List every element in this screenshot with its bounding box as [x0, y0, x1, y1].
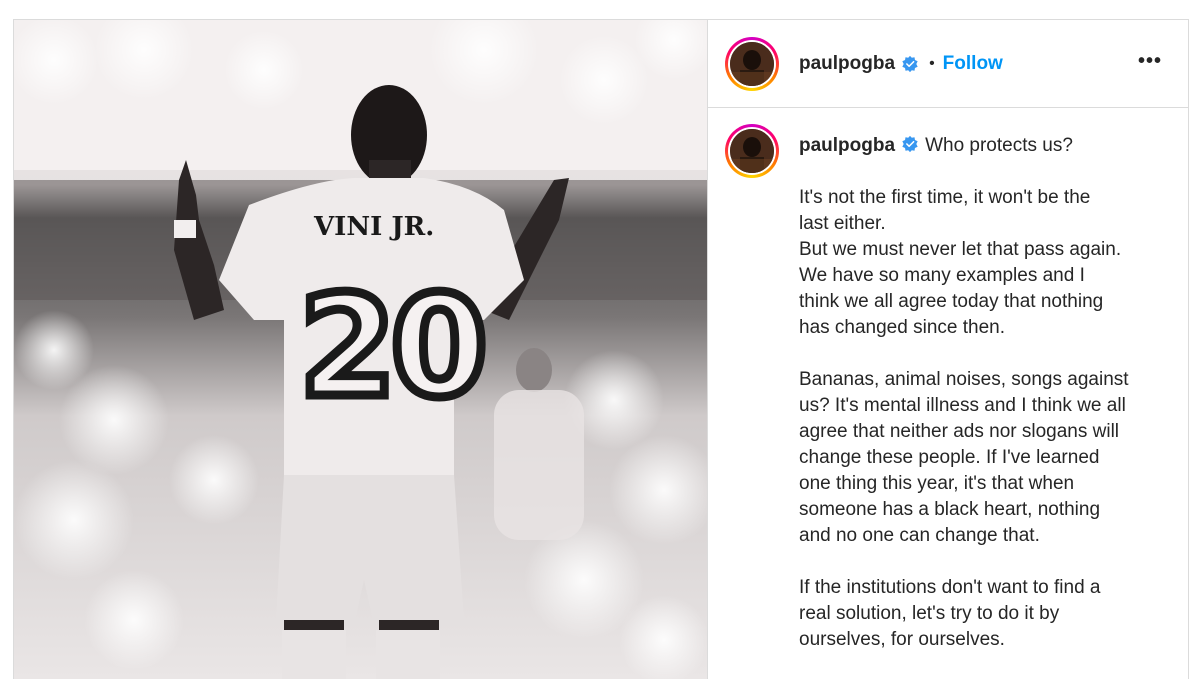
caption-line: It's not the first time, it won't be the: [799, 187, 1091, 208]
caption-line: ourselves, for ourselves.: [799, 629, 1005, 650]
jersey-name: VINI JR.: [313, 212, 434, 242]
caption-line: and no one can change that.: [799, 525, 1040, 546]
more-options-icon[interactable]: •••: [1138, 51, 1162, 71]
caption-line: agree that neither ads nor slogans will: [799, 421, 1120, 442]
post-photo: VINI JR. 20: [14, 20, 707, 679]
caption-line: one thing this year, it's that when: [799, 473, 1075, 494]
caption-line: think we all agree today that nothing: [799, 291, 1104, 312]
caption-first-line: Who protects us?: [925, 135, 1073, 156]
instagram-post: VINI JR. 20 paulpogba • Follow ••• paulp…: [13, 19, 1189, 679]
caption-line: last either.: [799, 213, 886, 234]
follow-button[interactable]: Follow: [943, 53, 1003, 75]
caption-body: paulpogba Who protects us? It's not the f…: [799, 133, 1154, 653]
post-sidebar: paulpogba • Follow ••• paulpogba Who pro…: [708, 20, 1188, 679]
caption-text: It's not the first time, it won't be the…: [799, 185, 1154, 653]
caption-line: Bananas, animal noises, songs against: [799, 369, 1129, 390]
verified-badge-icon: [902, 135, 918, 153]
caption-line: We have so many examples and I: [799, 265, 1085, 286]
separator-dot: •: [929, 54, 935, 72]
caption-section: paulpogba Who protects us? It's not the f…: [708, 108, 1188, 653]
story-ring[interactable]: [725, 36, 779, 91]
verified-badge-icon: [902, 55, 918, 72]
caption-avatar[interactable]: [730, 129, 774, 173]
caption-line: But we must never let that pass again.: [799, 239, 1122, 260]
jersey-number: 20: [299, 266, 482, 429]
post-header: paulpogba • Follow •••: [708, 20, 1188, 108]
caption-line: If the institutions don't want to find a: [799, 577, 1101, 598]
caption-story-ring[interactable]: [725, 124, 779, 178]
caption-username[interactable]: paulpogba: [799, 135, 895, 156]
caption-line: real solution, let's try to do it by: [799, 603, 1060, 624]
caption-line: someone has a black heart, nothing: [799, 499, 1101, 520]
caption-line: has changed since then.: [799, 317, 1005, 338]
post-image[interactable]: VINI JR. 20: [14, 20, 708, 679]
header-username[interactable]: paulpogba: [799, 53, 895, 75]
caption-head: paulpogba Who protects us?: [799, 133, 1154, 159]
avatar[interactable]: [730, 41, 774, 86]
caption-line: change these people. If I've learned: [799, 447, 1100, 468]
caption-line: us? It's mental illness and I think we a…: [799, 395, 1126, 416]
